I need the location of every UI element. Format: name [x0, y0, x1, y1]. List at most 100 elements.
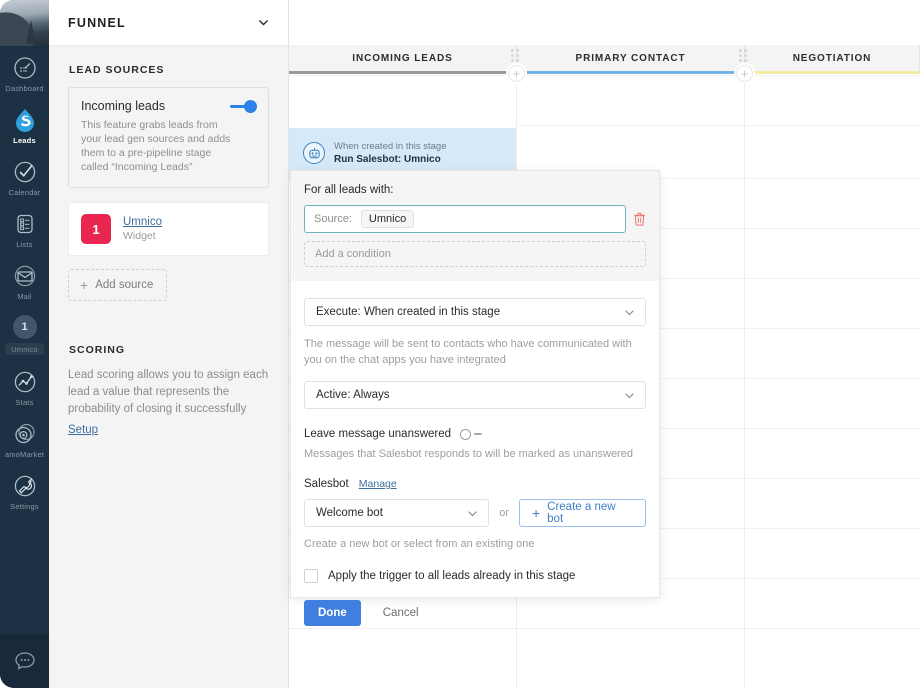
stage-header-incoming-leads[interactable]: INCOMING LEADS	[289, 45, 517, 71]
column-gridlines	[745, 75, 920, 688]
sidebar-item-dashboard[interactable]: Dashboard	[0, 46, 49, 98]
bot-select-value: Welcome bot	[316, 507, 383, 519]
incoming-leads-card[interactable]: Incoming leads This feature grabs leads …	[68, 87, 269, 188]
sidebar-item-label: Leads	[13, 136, 36, 145]
chat-launcher[interactable]	[0, 634, 49, 688]
sidebar-item-amomarket[interactable]: amoMarket	[0, 412, 49, 464]
execute-select-value: Execute: When created in this stage	[316, 306, 500, 318]
add-stage-button[interactable]: +	[508, 65, 525, 82]
lead-source-item[interactable]: 1 Umnico Widget	[68, 202, 269, 256]
source-name-link[interactable]: Umnico	[123, 216, 162, 228]
stage-drag-grip[interactable]	[739, 49, 748, 62]
sidebar-item-lists[interactable]: Lists	[0, 202, 49, 254]
condition-key: Source:	[314, 213, 352, 225]
create-new-bot-button[interactable]: + Create a new bot	[519, 499, 646, 527]
sidebar-item-label: Stats	[15, 398, 33, 407]
robot-icon	[303, 142, 325, 164]
panel-body: LEAD SOURCES Incoming leads This feature…	[49, 46, 288, 438]
create-new-bot-label: Create a new bot	[547, 501, 633, 525]
salesbot-trigger-dialog: For all leads with: Source: Umnico Add a…	[290, 170, 660, 598]
column-negotiation[interactable]	[745, 75, 920, 688]
source-info: Umnico Widget	[123, 216, 162, 242]
manage-link[interactable]: Manage	[359, 478, 397, 490]
add-condition-button[interactable]: Add a condition	[304, 241, 646, 267]
source-condition-field[interactable]: Source: Umnico	[304, 205, 626, 233]
condition-value-chip[interactable]: Umnico	[361, 210, 414, 228]
stage-bar-incoming-leads	[289, 71, 517, 74]
sidebar-item-label: Lists	[16, 240, 32, 249]
stage-bar-primary-contact	[517, 71, 745, 74]
sidebar-item-stats[interactable]: Stats	[0, 360, 49, 412]
sidebar-item-calendar[interactable]: Calendar	[0, 150, 49, 202]
stage-drag-grip[interactable]	[511, 49, 520, 62]
panel-header[interactable]: FUNNEL	[49, 0, 288, 46]
done-button[interactable]: Done	[304, 600, 361, 626]
stats-graph-icon	[12, 369, 38, 395]
lead-sources-title: LEAD SOURCES	[69, 64, 269, 76]
list-clipboard-icon	[12, 211, 38, 237]
add-condition-label: Add a condition	[315, 248, 391, 260]
chevron-down-icon	[467, 508, 478, 519]
stage-name: INCOMING LEADS	[352, 53, 452, 64]
apply-trigger-row[interactable]: Apply the trigger to all leads already i…	[304, 569, 646, 583]
salesbot-row: Salesbot Manage	[304, 478, 646, 490]
apply-trigger-checkbox[interactable]	[304, 569, 318, 583]
toggle-knob	[460, 429, 471, 440]
apply-trigger-label: Apply the trigger to all leads already i…	[328, 570, 575, 582]
stage-name: PRIMARY CONTACT	[576, 53, 686, 64]
conditions-label: For all leads with:	[304, 184, 646, 196]
bot-hint: Create a new bot or select from an exist…	[304, 536, 646, 552]
sidebar-item-label: Dashboard	[5, 84, 44, 93]
stage-headers: INCOMING LEADS PRIMARY CONTACT NEGOTIATI…	[289, 45, 920, 71]
stage-header-negotiation[interactable]: NEGOTIATION	[745, 45, 920, 71]
leave-unanswered-toggle[interactable]	[460, 429, 482, 440]
bot-select[interactable]: Welcome bot	[304, 499, 489, 527]
plus-icon: +	[532, 506, 540, 520]
add-source-button[interactable]: + Add source	[68, 269, 167, 301]
add-source-label: Add source	[95, 279, 153, 291]
incoming-leads-description: This feature grabs leads from your lead …	[81, 118, 256, 174]
scoring-title: SCORING	[69, 344, 269, 356]
conditions-zone: For all leads with: Source: Umnico Add a…	[291, 171, 659, 281]
umnico-count-badge: 1	[13, 315, 37, 339]
sidebar-item-leads[interactable]: Leads	[0, 98, 49, 150]
leave-unanswered-row[interactable]: Leave message unanswered	[304, 428, 646, 440]
sidebar-item-settings[interactable]: Settings	[0, 464, 49, 516]
incoming-leads-toggle[interactable]	[230, 100, 257, 113]
scoring-setup-link[interactable]: Setup	[68, 424, 98, 436]
trash-icon[interactable]	[633, 212, 646, 226]
sidebar-item-label: Mail	[17, 292, 32, 301]
check-circle-icon	[12, 159, 38, 185]
chat-bubble-icon	[12, 648, 38, 674]
trigger-condition: When created in this stage	[334, 141, 446, 152]
dialog-body: Execute: When created in this stage The …	[291, 281, 659, 626]
salesbot-card-text: When created in this stage Run Salesbot:…	[334, 141, 446, 165]
app-window: Dashboard Leads Calendar	[0, 0, 920, 688]
active-select[interactable]: Active: Always	[304, 381, 646, 409]
plus-icon: +	[80, 278, 88, 292]
user-avatar-photo[interactable]	[0, 0, 49, 46]
toggle-track	[474, 433, 482, 435]
sidebar-item-label: Umnico	[5, 343, 44, 355]
sidebar-item-umnico[interactable]: 1 Umnico	[0, 306, 49, 360]
sidebar-item-mail[interactable]: Mail	[0, 254, 49, 306]
left-nav-rail: Dashboard Leads Calendar	[0, 0, 49, 688]
cancel-button[interactable]: Cancel	[377, 606, 425, 620]
stage-bar-negotiation	[745, 71, 920, 74]
or-label: or	[499, 507, 509, 519]
source-count-badge: 1	[81, 214, 111, 244]
source-type: Widget	[123, 230, 162, 242]
scoring-section: SCORING Lead scoring allows you to assig…	[68, 344, 269, 438]
envelope-icon	[12, 263, 38, 289]
execute-select[interactable]: Execute: When created in this stage	[304, 298, 646, 326]
leave-unanswered-label: Leave message unanswered	[304, 428, 451, 440]
chevron-down-icon	[624, 390, 635, 401]
stage-header-primary-contact[interactable]: PRIMARY CONTACT	[517, 45, 745, 71]
add-stage-button[interactable]: +	[736, 65, 753, 82]
chevron-down-icon[interactable]	[257, 16, 270, 29]
bot-picker-row: Welcome bot or + Create a new bot	[304, 499, 646, 527]
chevron-down-icon	[624, 307, 635, 318]
trigger-action: Run Salesbot: Umnico	[334, 154, 446, 165]
salesbot-label: Salesbot	[304, 478, 349, 490]
execute-hint: The message will be sent to contacts who…	[304, 336, 646, 368]
